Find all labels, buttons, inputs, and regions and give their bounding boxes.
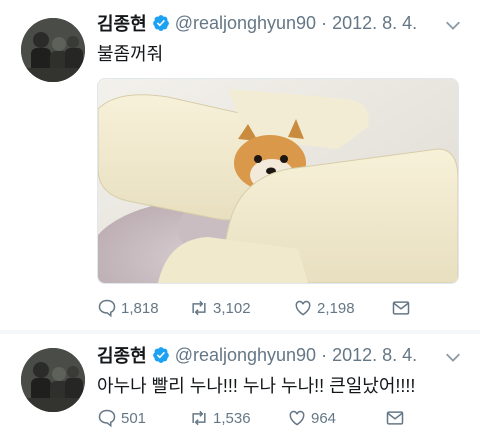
photo-icon: [98, 79, 458, 283]
retweet-icon: [192, 410, 206, 426]
envelope-icon: [392, 301, 410, 315]
separator-dot: ·: [321, 344, 328, 365]
avatar[interactable]: [21, 348, 85, 412]
dm-button[interactable]: [385, 408, 409, 428]
verified-badge-icon: [152, 15, 169, 31]
tweet[interactable]: 김종현 @realjonghyun90 · 2012. 8. 4. 아누나 빨리…: [0, 334, 480, 446]
like-button[interactable]: 964: [287, 408, 385, 428]
author-name[interactable]: 김종현: [97, 342, 147, 368]
retweet-count: 3,102: [213, 299, 251, 317]
tweet-text: 아누나 빨리 누나!!! 누나 누나!! 큰일났어!!!!: [97, 376, 416, 396]
tweet-header: 김종현 @realjonghyun90 · 2012. 8. 4.: [97, 10, 417, 36]
reply-count: 501: [121, 409, 147, 427]
reply-button[interactable]: 1,818: [97, 298, 189, 318]
retweet-icon: [192, 300, 206, 316]
like-count: 2,198: [317, 299, 355, 317]
reply-icon: [98, 409, 116, 428]
chevron-down-icon[interactable]: [444, 16, 462, 34]
tweet-date[interactable]: 2012. 8. 4.: [332, 13, 417, 34]
tweet[interactable]: 김종현 @realjonghyun90 · 2012. 8. 4. 불좀꺼줘 1…: [0, 0, 480, 331]
like-button[interactable]: 2,198: [293, 298, 391, 318]
reply-button[interactable]: 501: [97, 408, 189, 428]
heart-icon: [295, 300, 311, 316]
verified-badge-icon: [152, 347, 169, 363]
retweet-count: 1,536: [213, 409, 251, 427]
tweet-text: 불좀꺼줘: [97, 44, 164, 64]
like-count: 964: [311, 409, 337, 427]
tweet-actions: 1,818 3,102 2,198: [97, 296, 415, 320]
tweet-date[interactable]: 2012. 8. 4.: [332, 345, 417, 366]
retweet-button[interactable]: 3,102: [189, 298, 293, 318]
tweet-photo[interactable]: [97, 78, 459, 284]
author-handle[interactable]: @realjonghyun90: [175, 13, 316, 34]
author-handle[interactable]: @realjonghyun90: [175, 345, 316, 366]
tweet-header: 김종현 @realjonghyun90 · 2012. 8. 4.: [97, 342, 417, 368]
reply-icon: [98, 299, 116, 318]
separator-dot: ·: [321, 12, 328, 33]
envelope-icon: [386, 411, 404, 425]
author-name[interactable]: 김종현: [97, 10, 147, 36]
reply-count: 1,818: [121, 299, 159, 317]
retweet-button[interactable]: 1,536: [189, 408, 287, 428]
avatar[interactable]: [21, 18, 85, 82]
heart-icon: [289, 410, 305, 426]
dm-button[interactable]: [391, 298, 415, 318]
tweet-actions: 501 1,536 964: [97, 406, 409, 430]
chevron-down-icon[interactable]: [444, 348, 462, 366]
